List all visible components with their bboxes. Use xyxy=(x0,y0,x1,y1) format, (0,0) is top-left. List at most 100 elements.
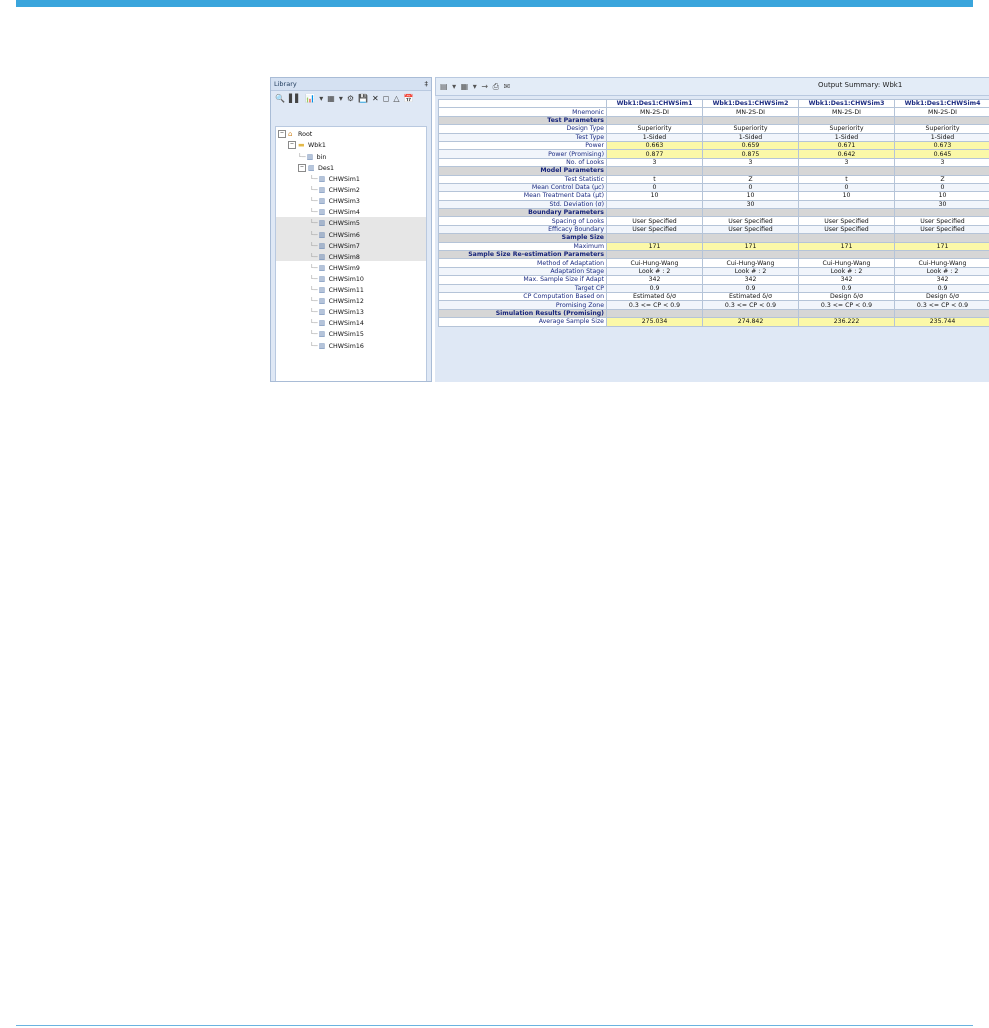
row-label[interactable]: Spacing of Looks xyxy=(438,216,607,226)
section-filler-cell[interactable] xyxy=(702,308,799,319)
tree-node-design[interactable]: − ▥ Des1 xyxy=(298,163,334,174)
row-label[interactable]: Mnemonic xyxy=(438,107,607,117)
expand-toggle-icon[interactable]: − xyxy=(288,141,296,149)
row-label[interactable]: Promising Zone xyxy=(438,300,607,310)
section-filler-cell[interactable] xyxy=(894,250,989,260)
library-toolbar-icon[interactable]: ▦ xyxy=(327,94,335,104)
value-cell[interactable]: Cui-Hung-Wang xyxy=(894,258,989,268)
value-cell[interactable]: 3 xyxy=(798,157,895,168)
section-label[interactable]: Boundary Parameters xyxy=(438,208,607,218)
row-label[interactable]: Power (Promising) xyxy=(438,149,607,159)
value-cell[interactable]: 0 xyxy=(606,182,703,193)
tree-node-simulation[interactable]: └─▥ CHWSim2 xyxy=(310,185,360,196)
value-cell[interactable]: Estimated δ/σ xyxy=(702,291,799,302)
value-cell[interactable]: User Specified xyxy=(798,216,895,226)
library-toolbar-icon[interactable]: ◻ xyxy=(383,94,390,104)
row-label[interactable]: Power xyxy=(438,140,607,151)
tree-node-simulation[interactable]: └─▥ CHWSim13 xyxy=(310,307,364,318)
value-cell[interactable]: 0.9 xyxy=(702,283,799,294)
section-filler-cell[interactable] xyxy=(606,115,703,126)
value-cell[interactable]: t xyxy=(798,174,895,184)
section-filler-cell[interactable] xyxy=(606,208,703,218)
value-cell[interactable]: 0 xyxy=(702,182,799,193)
value-cell[interactable]: User Specified xyxy=(702,224,799,235)
library-toolbar-icon[interactable]: ✕ xyxy=(372,94,379,104)
value-cell[interactable]: Design δ/σ xyxy=(894,291,989,302)
row-label[interactable]: Test Type xyxy=(438,132,607,142)
value-cell[interactable]: 10 xyxy=(798,191,895,201)
value-cell[interactable]: Cui-Hung-Wang xyxy=(702,258,799,268)
value-cell[interactable]: 274.842 xyxy=(702,317,799,327)
output-toolbar-icons[interactable]: ▤ ▾ ▦ ▾ → ⎙ ✉ xyxy=(440,82,511,92)
row-label[interactable]: Mean Treatment Data (μt) xyxy=(438,191,607,201)
library-toolbar-icon[interactable]: 📊 xyxy=(305,94,315,104)
section-filler-cell[interactable] xyxy=(606,233,703,243)
value-cell[interactable]: 3 xyxy=(894,157,989,168)
tree-node-simulation[interactable]: └─▥ CHWSim15 xyxy=(310,329,364,340)
value-cell[interactable]: 3 xyxy=(606,157,703,168)
section-filler-cell[interactable] xyxy=(702,250,799,260)
section-filler-cell[interactable] xyxy=(894,233,989,243)
value-cell[interactable]: Cui-Hung-Wang xyxy=(798,258,895,268)
section-filler-cell[interactable] xyxy=(894,208,989,218)
row-label[interactable]: No. of Looks xyxy=(438,157,607,168)
section-filler-cell[interactable] xyxy=(798,166,895,176)
value-cell[interactable]: 171 xyxy=(606,241,703,252)
section-filler-cell[interactable] xyxy=(702,115,799,126)
value-cell[interactable]: 1-Sided xyxy=(702,132,799,142)
tree-node-simulation[interactable]: └─▥ CHWSim4 xyxy=(310,207,360,218)
row-label[interactable]: Adaptation Stage xyxy=(438,266,607,277)
value-cell[interactable]: Superiority xyxy=(606,124,703,134)
value-cell[interactable]: 171 xyxy=(702,241,799,252)
column-header[interactable]: Wbk1:Des1:CHWSim2 xyxy=(702,98,799,109)
row-label[interactable]: Design Type xyxy=(438,124,607,134)
value-cell[interactable]: 171 xyxy=(894,241,989,252)
row-label[interactable]: Max. Sample Size if Adapt xyxy=(438,275,607,285)
value-cell[interactable] xyxy=(606,199,703,210)
value-cell[interactable]: 0.3 <= CP < 0.9 xyxy=(798,300,895,310)
value-cell[interactable]: 10 xyxy=(702,191,799,201)
column-header[interactable]: Wbk1:Des1:CHWSim3 xyxy=(798,98,895,109)
value-cell[interactable]: 0.3 <= CP < 0.9 xyxy=(606,300,703,310)
library-toolbar-icon[interactable]: 🔍 xyxy=(275,94,285,104)
section-filler-cell[interactable] xyxy=(702,166,799,176)
value-cell[interactable]: 342 xyxy=(798,275,895,285)
section-filler-cell[interactable] xyxy=(894,115,989,126)
section-filler-cell[interactable] xyxy=(798,115,895,126)
value-cell[interactable]: 0 xyxy=(798,182,895,193)
row-label[interactable]: Test Statistic xyxy=(438,174,607,184)
tree-node-simulation[interactable]: └─▥ CHWSim12 xyxy=(310,296,364,307)
value-cell[interactable]: Look # : 2 xyxy=(702,266,799,277)
tree-node-simulation[interactable]: └─▥ CHWSim8 xyxy=(310,252,360,263)
expand-toggle-icon[interactable]: − xyxy=(298,164,306,172)
value-cell[interactable]: User Specified xyxy=(894,224,989,235)
library-toolbar-icon[interactable]: 💾 xyxy=(358,94,368,104)
section-filler-cell[interactable] xyxy=(606,166,703,176)
value-cell[interactable]: 0.671 xyxy=(798,140,895,151)
expand-toggle-icon[interactable]: − xyxy=(278,130,286,138)
pin-icon[interactable]: ‡ xyxy=(425,78,429,90)
corner-cell[interactable] xyxy=(438,98,607,109)
library-toolbar-icon[interactable]: ⚙ xyxy=(347,94,354,104)
section-filler-cell[interactable] xyxy=(606,308,703,319)
section-filler-cell[interactable] xyxy=(798,250,895,260)
row-label[interactable]: Average Sample Size xyxy=(438,317,607,327)
tree-node-workbook[interactable]: − ▬ Wbk1 xyxy=(288,140,326,151)
value-cell[interactable]: User Specified xyxy=(606,224,703,235)
value-cell[interactable]: Superiority xyxy=(798,124,895,134)
value-cell[interactable]: 0.645 xyxy=(894,149,989,159)
value-cell[interactable]: 0.642 xyxy=(798,149,895,159)
row-label[interactable]: Target CP xyxy=(438,283,607,294)
value-cell[interactable]: 1-Sided xyxy=(894,132,989,142)
value-cell[interactable]: 0.877 xyxy=(606,149,703,159)
library-toolbar-icon[interactable]: ▾ xyxy=(319,94,323,104)
value-cell[interactable]: Estimated δ/σ xyxy=(606,291,703,302)
value-cell[interactable]: MN-2S-DI xyxy=(702,107,799,117)
value-cell[interactable]: 236.222 xyxy=(798,317,895,327)
value-cell[interactable]: 0.659 xyxy=(702,140,799,151)
value-cell[interactable]: 30 xyxy=(702,199,799,210)
row-label[interactable]: Mean Control Data (μc) xyxy=(438,182,607,193)
value-cell[interactable]: 171 xyxy=(798,241,895,252)
library-toolbar-icon[interactable]: ▌▌ xyxy=(289,94,301,104)
value-cell[interactable]: User Specified xyxy=(798,224,895,235)
